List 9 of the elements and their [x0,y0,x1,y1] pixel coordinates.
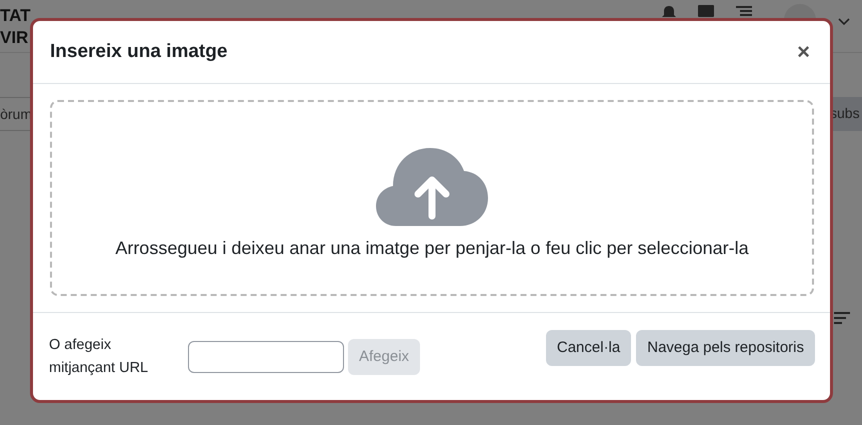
url-label: O afegeix mitjançant URL [49,336,150,378]
brand-text: TAT [0,5,31,27]
dropzone[interactable]: Arrossegueu i deixeu anar una imatge per penjar-la o feu clic per seleccionar-la [50,100,814,296]
close-button[interactable]: × [793,39,814,65]
cancel-button[interactable]: Cancel·la [546,330,632,366]
brand-text: VIR [0,27,30,49]
dropzone-message: Arrossegueu i deixeu anar una imatge per penjar-la o feu clic per seleccionar-la [115,238,749,258]
dialog-title: Insereix una imatge [50,41,228,63]
browse-button[interactable]: Navega pels repositoris [636,330,815,366]
